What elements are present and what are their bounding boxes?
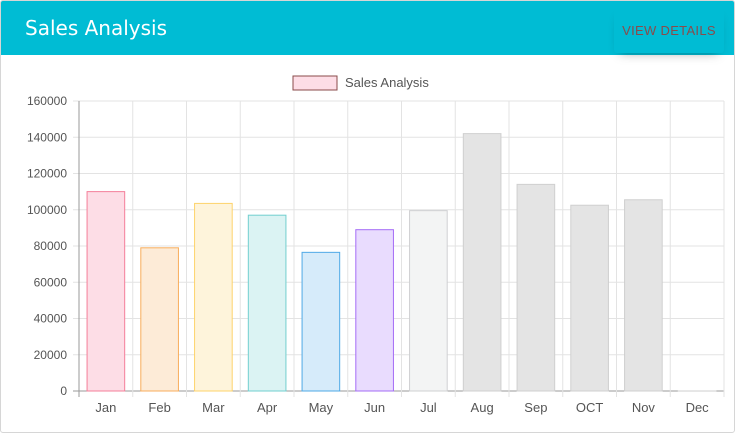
chart-legend: Sales Analysis	[292, 75, 429, 91]
y-axis-ticks: 160000 140000 120000 100000 80000 60000 40000 2…	[27, 94, 67, 398]
x-tick-label: Jun	[364, 400, 385, 415]
y-tick-label: 0	[60, 384, 67, 398]
legend-swatch[interactable]	[292, 75, 338, 91]
y-tick-label: 20000	[34, 348, 68, 362]
chart-area: 160000 140000 120000 100000 80000 60000 40000 2…	[1, 55, 734, 432]
x-tick-label: Dec	[686, 400, 710, 415]
sales-analysis-card: Sales Analysis VIEW DETAILS 160000 140000…	[0, 0, 735, 433]
x-axis-ticks: Jan Feb Mar Apr May Jun Jul Aug Sep OCT Nov Dec	[95, 400, 709, 415]
y-tick-label: 40000	[34, 312, 68, 326]
x-tick-label: Feb	[148, 400, 170, 415]
x-tick-label: May	[309, 400, 334, 415]
y-tick-label: 80000	[34, 239, 68, 253]
bar-feb	[140, 247, 179, 392]
x-tick-label: Jul	[420, 400, 437, 415]
x-tick-label: Mar	[202, 400, 225, 415]
bar-nov	[624, 199, 663, 392]
x-tick-label: Sep	[524, 400, 547, 415]
sales-bar-chart: 160000 140000 120000 100000 80000 60000 40000 2…	[27, 75, 725, 415]
y-tick-label: 140000	[27, 130, 67, 144]
y-tick-label: 60000	[34, 275, 68, 289]
card-title: Sales Analysis	[25, 16, 167, 40]
x-tick-label: Aug	[471, 400, 494, 415]
bar-oct	[570, 204, 609, 392]
bar-jun	[355, 229, 394, 392]
bar-jul	[409, 210, 448, 392]
x-tick-label: Apr	[257, 400, 278, 415]
x-tick-label: OCT	[576, 400, 604, 415]
x-tick-label: Nov	[632, 400, 656, 415]
legend-label[interactable]: Sales Analysis	[345, 75, 429, 90]
bar-jan	[86, 191, 126, 392]
bar-mar	[194, 202, 233, 392]
bar-apr	[247, 214, 287, 392]
y-tick-label: 160000	[27, 94, 67, 108]
y-tick-label: 120000	[27, 167, 67, 181]
bar-may	[301, 251, 341, 392]
view-details-button[interactable]: VIEW DETAILS	[614, 7, 724, 53]
card-header: Sales Analysis VIEW DETAILS	[1, 1, 734, 55]
x-tick-label: Jan	[95, 400, 116, 415]
bar-aug	[462, 133, 502, 392]
y-tick-label: 100000	[27, 203, 67, 217]
bar-sep	[516, 183, 556, 392]
